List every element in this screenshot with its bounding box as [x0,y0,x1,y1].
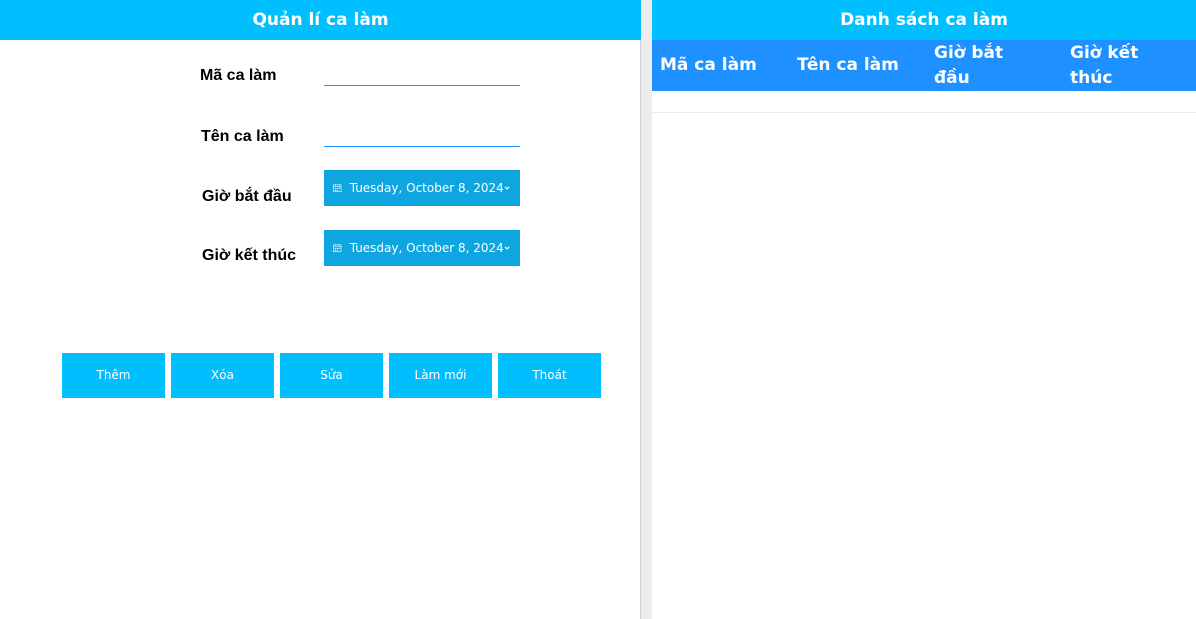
xoa-button[interactable]: Xóa [171,353,274,398]
list-title: Danh sách ca làm [652,0,1196,40]
calendar-icon [333,183,342,193]
grid-header: Mã ca làm Tên ca làm Giờ bắt đầu Giờ kết… [652,40,1196,91]
sua-button[interactable]: Sửa [280,353,383,398]
column-header-ten-ca-lam[interactable]: Tên ca làm [797,40,925,91]
ten-ca-lam-label: Tên ca làm [201,128,284,145]
column-header-gio-ket-thuc[interactable]: Giờ kết thúc [1070,40,1165,91]
ma-ca-lam-input[interactable] [324,63,520,86]
chevron-down-icon[interactable] [504,183,510,193]
calendar-icon [333,243,342,253]
gio-ket-thuc-value: Tuesday, October 8, 2024 [349,241,504,255]
panel-title: Quản lí ca làm [0,0,641,40]
column-header-gio-bat-dau[interactable]: Giờ bắt đầu [934,40,1029,91]
chevron-down-icon[interactable] [504,243,510,253]
gio-bat-dau-value: Tuesday, October 8, 2024 [349,181,504,195]
grid-empty-row [652,112,1196,113]
ten-ca-lam-input[interactable] [324,124,520,147]
column-header-ma-ca-lam[interactable]: Mã ca làm [660,40,788,91]
gio-bat-dau-date-picker[interactable]: Tuesday, October 8, 2024 [324,170,520,206]
shift-list-panel: Danh sách ca làm Mã ca làm Tên ca làm Gi… [652,0,1196,619]
gio-bat-dau-label: Giờ bắt đầu [202,188,292,205]
lam-moi-button[interactable]: Làm mới [389,353,492,398]
them-button[interactable]: Thêm [62,353,165,398]
ma-ca-lam-label: Mã ca làm [200,67,277,84]
gio-ket-thuc-date-picker[interactable]: Tuesday, October 8, 2024 [324,230,520,266]
thoat-button[interactable]: Thoát [498,353,601,398]
gio-ket-thuc-label: Giờ kết thúc [202,247,297,264]
shift-management-panel: Quản lí ca làm Mã ca làm Tên ca làm Giờ … [0,0,641,619]
